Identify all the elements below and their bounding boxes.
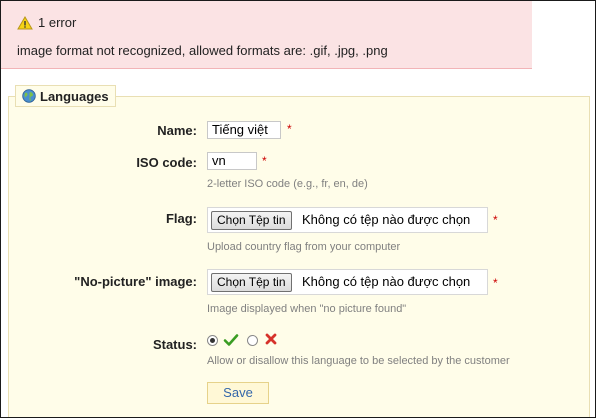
page-frame: 1 error image format not recognized, all… xyxy=(0,0,596,418)
languages-fieldset xyxy=(8,96,590,417)
status-disabled-radio[interactable] xyxy=(247,335,258,346)
iso-code-hint: 2-letter ISO code (e.g., fr, en, de) xyxy=(207,178,368,190)
globe-icon xyxy=(22,89,36,103)
error-title: 1 error xyxy=(17,15,76,30)
status-hint: Allow or disallow this language to be se… xyxy=(207,355,510,367)
no-picture-label: "No-picture" image: xyxy=(74,274,197,289)
error-message: image format not recognized, allowed for… xyxy=(17,43,388,58)
iso-required-mark: * xyxy=(262,154,267,168)
flag-file-input: Chọn Tệp tin Không có tệp nào được chọn xyxy=(207,207,488,233)
save-button[interactable]: Save xyxy=(207,382,269,404)
no-picture-required-mark: * xyxy=(493,276,498,290)
status-label: Status: xyxy=(152,337,197,352)
flag-no-file-text: Không có tệp nào được chọn xyxy=(302,212,471,227)
status-enabled-radio[interactable] xyxy=(207,335,218,346)
no-picture-no-file-text: Không có tệp nào được chọn xyxy=(302,274,471,289)
flag-choose-file-button[interactable]: Chọn Tệp tin xyxy=(211,211,292,230)
cross-icon xyxy=(264,332,278,351)
no-picture-file-input: Chọn Tệp tin Không có tệp nào được chọn xyxy=(207,269,488,295)
name-label: Name: xyxy=(157,123,197,138)
iso-code-input[interactable]: vn xyxy=(207,152,257,170)
error-box: 1 error image format not recognized, all… xyxy=(1,1,532,69)
no-picture-choose-file-button[interactable]: Chọn Tệp tin xyxy=(211,273,292,292)
error-count: 1 error xyxy=(38,15,77,30)
check-icon xyxy=(223,333,239,352)
legend-label: Languages xyxy=(40,88,109,104)
flag-required-mark: * xyxy=(493,213,498,227)
name-input[interactable]: Tiếng việt xyxy=(207,121,281,139)
iso-code-label: ISO code: xyxy=(136,155,197,170)
name-required-mark: * xyxy=(287,122,292,136)
flag-hint: Upload country flag from your computer xyxy=(207,241,401,253)
flag-label: Flag: xyxy=(165,211,197,226)
no-picture-hint: Image displayed when "no picture found" xyxy=(207,303,407,315)
warning-icon xyxy=(17,15,33,30)
fieldset-legend: Languages xyxy=(15,85,116,107)
